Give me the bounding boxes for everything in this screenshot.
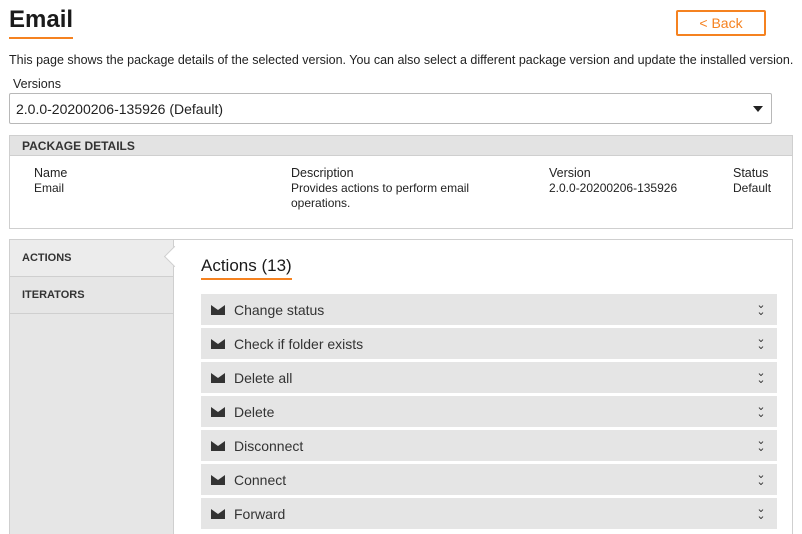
double-chevron-down-icon[interactable]: ⌄ ⌄: [755, 300, 767, 318]
actions-heading: Actions (13): [201, 256, 292, 280]
package-status-column: Status Default: [733, 166, 771, 196]
double-chevron-down-icon[interactable]: ⌄ ⌄: [755, 402, 767, 420]
version-heading: Version: [549, 166, 591, 180]
package-version-column: Version 2.0.0-20200206-135926: [549, 166, 677, 196]
sidebar: ACTIONS ITERATORS: [10, 240, 174, 534]
action-item-check-if-folder-exists[interactable]: Check if folder exists ⌄ ⌄: [201, 328, 777, 359]
double-chevron-down-icon[interactable]: ⌄ ⌄: [755, 334, 767, 352]
envelope-icon: [211, 474, 225, 485]
action-list: Change status ⌄ ⌄ Check if folder exists …: [201, 294, 777, 532]
action-label: Disconnect: [234, 437, 304, 454]
envelope-icon: [211, 406, 225, 417]
action-item-change-status[interactable]: Change status ⌄ ⌄: [201, 294, 777, 325]
package-description-column: Description Provides actions to perform …: [291, 166, 501, 211]
page-title: Email: [9, 6, 74, 39]
versions-label: Versions: [13, 77, 61, 91]
envelope-icon: [211, 304, 225, 315]
caret-down-icon: [753, 106, 763, 112]
status-value: Default: [733, 181, 772, 195]
page-description: This page shows the package details of t…: [9, 53, 794, 67]
status-heading: Status: [733, 166, 769, 180]
action-label: Delete all: [234, 369, 293, 386]
action-item-delete[interactable]: Delete ⌄ ⌄: [201, 396, 777, 427]
double-chevron-down-icon[interactable]: ⌄ ⌄: [755, 504, 767, 522]
versions-selected-value: 2.0.0-20200206-135926 (Default): [16, 100, 224, 117]
action-label: Connect: [234, 471, 287, 488]
description-heading: Description: [291, 166, 354, 180]
action-label: Change status: [234, 301, 325, 318]
envelope-icon: [211, 338, 225, 349]
double-chevron-down-icon[interactable]: ⌄ ⌄: [755, 470, 767, 488]
action-label: Delete: [234, 403, 275, 420]
name-heading: Name: [34, 166, 68, 180]
action-item-delete-all[interactable]: Delete all ⌄ ⌄: [201, 362, 777, 393]
description-value: Provides actions to perform email operat…: [291, 181, 470, 210]
action-item-disconnect[interactable]: Disconnect ⌄ ⌄: [201, 430, 777, 461]
version-value: 2.0.0-20200206-135926: [549, 181, 678, 195]
sidebar-item-iterators[interactable]: ITERATORS: [10, 277, 173, 314]
envelope-icon: [211, 508, 225, 519]
double-chevron-down-icon[interactable]: ⌄ ⌄: [755, 368, 767, 386]
envelope-icon: [211, 372, 225, 383]
actions-panel: ACTIONS ITERATORS Actions (13) Change st…: [9, 239, 793, 534]
sidebar-item-actions[interactable]: ACTIONS: [10, 240, 173, 277]
action-item-connect[interactable]: Connect ⌄ ⌄: [201, 464, 777, 495]
action-label: Check if folder exists: [234, 335, 364, 352]
back-button[interactable]: < Back: [676, 10, 766, 36]
action-item-forward[interactable]: Forward ⌄ ⌄: [201, 498, 777, 529]
name-value: Email: [34, 181, 65, 195]
package-details-header: PACKAGE DETAILS: [10, 136, 792, 156]
versions-dropdown[interactable]: 2.0.0-20200206-135926 (Default): [9, 93, 772, 124]
package-name-column: Name Email: [34, 166, 67, 196]
package-details-panel: PACKAGE DETAILS Name Email Description P…: [9, 135, 793, 229]
envelope-icon: [211, 440, 225, 451]
action-label: Forward: [234, 505, 286, 522]
double-chevron-down-icon[interactable]: ⌄ ⌄: [755, 436, 767, 454]
